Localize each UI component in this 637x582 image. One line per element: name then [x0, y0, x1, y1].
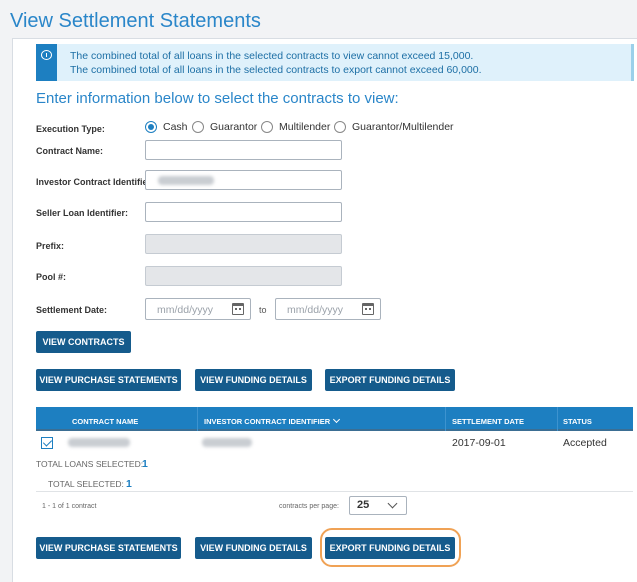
settlement-date-to-input[interactable]: mm/dd/yyyy: [275, 298, 381, 320]
settlement-date-label: Settlement Date:: [36, 305, 108, 315]
column-header-status[interactable]: STATUS: [563, 417, 592, 426]
date-to-placeholder: mm/dd/yyyy: [287, 304, 344, 316]
row-status: Accepted: [563, 437, 607, 449]
execution-type-label: Execution Type:: [36, 124, 105, 134]
calendar-icon[interactable]: [362, 303, 374, 315]
redacted-investor-contract-identifier: [202, 438, 252, 447]
column-divider: [557, 407, 558, 431]
pool-input: [145, 266, 342, 286]
date-range-to-label: to: [259, 305, 267, 315]
contract-name-input[interactable]: [145, 140, 342, 160]
radio-guarantor-multilender-label[interactable]: Guarantor/Multilender: [352, 121, 454, 133]
view-funding-details-button-bottom[interactable]: VIEW FUNDING DETAILS: [195, 537, 312, 559]
row-settlement-date: 2017-09-01: [452, 437, 506, 449]
pool-label: Pool #:: [36, 272, 67, 282]
total-loans-selected-label: TOTAL LOANS SELECTED:: [36, 459, 144, 469]
radio-guarantor-multilender[interactable]: [334, 121, 346, 133]
date-from-placeholder: mm/dd/yyyy: [157, 304, 214, 316]
total-loans-selected-value: 1: [142, 458, 148, 470]
radio-cash-label[interactable]: Cash: [163, 121, 188, 133]
sort-chevron-down-icon[interactable]: [333, 415, 341, 424]
view-contracts-button[interactable]: VIEW CONTRACTS: [36, 331, 131, 353]
export-funding-details-button[interactable]: EXPORT FUNDING DETAILS: [325, 369, 455, 391]
page-title: View Settlement Statements: [10, 10, 261, 32]
info-line-export-limit: The combined total of all loans in the s…: [70, 64, 482, 76]
radio-guarantor-label[interactable]: Guarantor: [210, 121, 257, 133]
info-chat-icon: [41, 50, 52, 60]
investor-contract-identifier-label: Investor Contract Identifier:: [36, 177, 155, 187]
radio-cash[interactable]: [145, 121, 157, 133]
prefix-input: [145, 234, 342, 254]
per-page-select[interactable]: 25: [349, 496, 407, 515]
row-select-checkbox[interactable]: [41, 437, 53, 449]
column-header-settlement-date[interactable]: SETTLEMENT DATE: [452, 417, 524, 426]
per-page-value: 25: [357, 499, 370, 511]
radio-guarantor[interactable]: [192, 121, 204, 133]
prefix-label: Prefix:: [36, 241, 65, 251]
chevron-down-icon: [387, 498, 398, 509]
info-icon-strip: [36, 44, 57, 81]
view-purchase-statements-button[interactable]: VIEW PURCHASE STATEMENTS: [36, 369, 181, 391]
calendar-icon[interactable]: [232, 303, 244, 315]
info-banner: The combined total of all loans in the s…: [36, 44, 634, 81]
highlight-ring: [320, 528, 461, 567]
column-header-investor-contract-identifier[interactable]: INVESTOR CONTRACT IDENTIFIER: [204, 415, 341, 426]
column-divider: [197, 407, 198, 431]
column-header-contract-name[interactable]: CONTRACT NAME: [72, 417, 138, 426]
seller-loan-identifier-input[interactable]: [145, 202, 342, 222]
total-selected-label: TOTAL SELECTED:: [48, 479, 124, 489]
radio-multilender-label[interactable]: Multilender: [279, 121, 330, 133]
investor-contract-identifier-input[interactable]: [145, 170, 342, 190]
info-line-view-limit: The combined total of all loans in the s…: [70, 50, 474, 62]
view-purchase-statements-button-bottom[interactable]: VIEW PURCHASE STATEMENTS: [36, 537, 181, 559]
per-page-label: contracts per page:: [279, 503, 339, 510]
form-heading: Enter information below to select the co…: [36, 90, 399, 107]
redacted-contract-name: [68, 438, 130, 447]
contract-name-label: Contract Name:: [36, 146, 104, 156]
redacted-value: [158, 176, 214, 185]
settlement-date-from-input[interactable]: mm/dd/yyyy: [145, 298, 251, 320]
column-header-investor-contract-identifier-label: INVESTOR CONTRACT IDENTIFIER: [204, 417, 331, 426]
radio-multilender[interactable]: [261, 121, 273, 133]
column-divider: [445, 407, 446, 431]
total-selected-value: 1: [126, 478, 132, 490]
seller-loan-identifier-label: Seller Loan Identifier:: [36, 208, 129, 218]
view-funding-details-button[interactable]: VIEW FUNDING DETAILS: [195, 369, 312, 391]
pagination-summary: 1 - 1 of 1 contract: [42, 503, 97, 510]
